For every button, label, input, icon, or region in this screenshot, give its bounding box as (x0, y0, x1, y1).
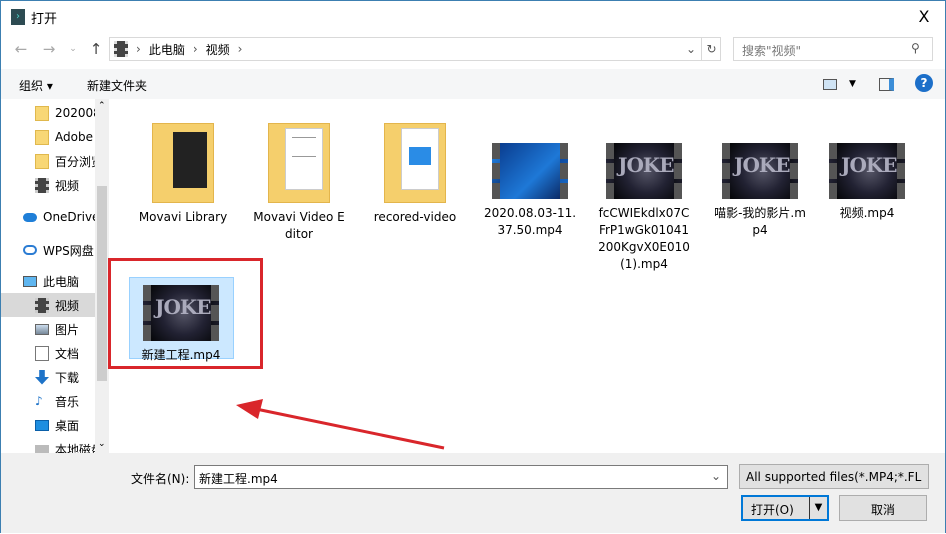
filename-label: 文件名(N): (131, 472, 190, 486)
open-dropdown-icon[interactable]: ▼ (809, 497, 827, 519)
cancel-button[interactable]: 取消 (839, 495, 927, 521)
filename-input[interactable]: 新建工程.mp4 (194, 465, 728, 489)
filename-dropdown-icon[interactable]: ⌄ (711, 469, 721, 483)
filetype-select[interactable]: All supported files(*.MP4;*.FL (739, 464, 929, 489)
